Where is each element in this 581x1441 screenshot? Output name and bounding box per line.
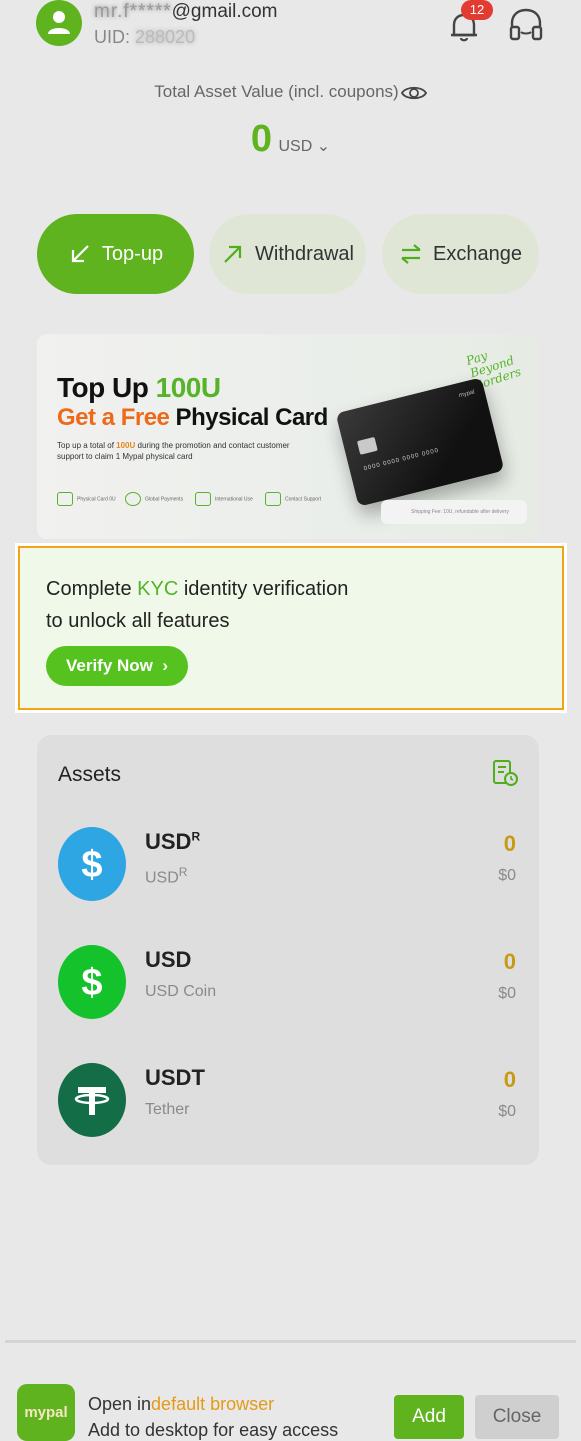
banner-feature: International Use [195,492,253,506]
shipping-note: Shipping Fee: 10U, refundable after deli… [381,500,527,524]
chevron-down-icon: ⌄ [316,138,331,155]
withdrawal-button[interactable]: Withdrawal [209,214,366,294]
banner-subheadline: Get a Free Physical Card [57,404,328,431]
add-button[interactable]: Add [394,1395,464,1439]
account-uid: UID: 288020 [94,27,196,47]
asset-balance: 0 [503,949,516,974]
account-header: mr.f*****@gmail.com UID: 288020 12 [0,0,581,60]
asset-row[interactable]: $ USDR USDR 0 $0 [37,827,539,917]
asset-row[interactable]: $ USD USD Coin 0 $0 [37,945,539,1035]
dollar-coin-icon: $ [58,945,126,1019]
banner-feature: Contact Support [265,492,321,506]
eye-icon[interactable] [400,83,427,103]
exchange-arrows-icon [401,244,421,264]
asset-name: USDR [145,865,188,887]
user-icon [48,11,70,34]
promo-banner[interactable]: Top Up 100U Get a Free Physical Card Top… [37,334,539,539]
verify-now-button[interactable]: Verify Now › [46,646,188,686]
banner-headline: Top Up 100U [57,372,221,403]
card-icon [57,492,73,506]
asset-symbol: USDR [145,829,201,854]
svg-text:$: $ [81,962,102,1004]
banner-feature: Global Payments [125,492,183,506]
arrow-down-left-icon [71,245,89,263]
asset-usd-value: $0 [498,867,516,884]
asset-name: Tether [145,1101,190,1118]
notification-badge: 12 [461,0,493,20]
account-email: mr.f*****@gmail.com [94,1,278,22]
physical-card-image: mypal 0000 0000 0000 0000 [335,377,505,507]
install-message-2: Add to desktop for easy access [88,1420,339,1440]
banner-feature: Physical Card 0U [57,492,116,506]
asset-symbol: USD [145,947,192,972]
currency-selector[interactable]: USD ⌄ [278,138,330,155]
card-brand: mypal [458,389,476,400]
asset-usd-value: $0 [498,1103,516,1120]
kyc-message-2: to unlock all features [46,610,230,632]
asset-name: USD Coin [145,983,217,1000]
assets-panel: Assets $ USDR USDR 0 $0 $ USD USD Coin 0… [37,735,539,1165]
avatar[interactable] [36,0,82,46]
balance-amount: 0 [250,118,273,160]
svg-text:$: $ [81,844,102,886]
support-icon [265,492,281,506]
total-asset-label: Total Asset Value (incl. coupons) [0,82,581,103]
assets-title: Assets [58,763,122,786]
asset-usd-value: $0 [498,985,516,1002]
app-icon: mypal [17,1384,75,1441]
card-chip [356,436,378,455]
globe-icon [125,492,141,506]
records-icon[interactable] [491,759,519,787]
asset-symbol: USDT [145,1065,205,1090]
headset-icon[interactable] [506,6,546,44]
chevron-right-icon: › [162,656,169,675]
exchange-button[interactable]: Exchange [382,214,539,294]
topup-button[interactable]: Top-up [37,214,194,294]
install-message: Open indefault browser [88,1394,275,1414]
close-button[interactable]: Close [475,1395,559,1439]
dollar-coin-icon: $ [58,827,126,901]
kyc-card: Complete KYC identity verification to un… [18,546,564,710]
asset-balance: 0 [503,831,516,856]
arrow-up-right-icon [224,245,242,263]
kyc-message: Complete KYC identity verification [46,578,349,600]
divider [5,1340,576,1343]
asset-row[interactable]: USDT Tether 0 $0 [37,1063,539,1153]
asset-balance: 0 [503,1067,516,1092]
banner-body: Top up a total of 100U during the promot… [57,441,290,461]
total-asset-value: 0 USD ⌄ [0,118,581,161]
tether-icon [58,1063,126,1137]
plane-icon [195,492,211,506]
card-number: 0000 0000 0000 0000 [363,447,440,473]
